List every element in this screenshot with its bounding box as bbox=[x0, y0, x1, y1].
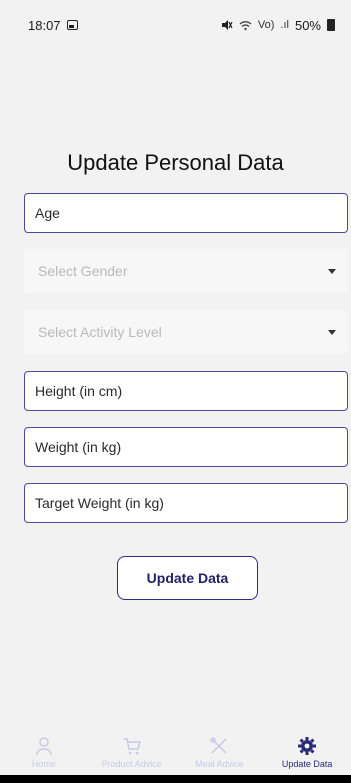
gender-select[interactable]: Select Gender bbox=[24, 249, 348, 293]
target-weight-input[interactable]: Target Weight (in kg) bbox=[24, 483, 348, 523]
height-input[interactable]: Height (in cm) bbox=[24, 371, 348, 411]
activity-level-select[interactable]: Select Activity Level bbox=[24, 310, 348, 354]
weight-input[interactable]: Weight (in kg) bbox=[24, 427, 348, 467]
wifi-icon bbox=[239, 20, 252, 30]
gallery-notification-icon bbox=[66, 20, 78, 30]
mute-icon bbox=[221, 20, 233, 30]
utensils-icon bbox=[210, 737, 227, 754]
network-type-label: Vo) bbox=[257, 19, 275, 31]
activity-select-label: Select Activity Level bbox=[38, 324, 162, 340]
tab-label: Update Data bbox=[281, 759, 333, 769]
page-title: Update Personal Data bbox=[67, 150, 284, 175]
gear-icon bbox=[298, 737, 317, 755]
tab-label: Product Advice bbox=[101, 759, 162, 769]
tab-product-advice[interactable]: Product Advice bbox=[88, 730, 176, 769]
status-bar: 18:07 Vo) .ıl 50% bbox=[0, 0, 351, 50]
chevron-down-icon bbox=[328, 268, 336, 274]
bottom-tab-bar: Home Product Advice Meal Advice Update D… bbox=[0, 730, 351, 775]
gender-select-label: Select Gender bbox=[38, 263, 128, 279]
tab-home[interactable]: Home bbox=[0, 730, 88, 769]
tab-label: Home bbox=[31, 759, 56, 769]
tab-label: Meal Advice bbox=[195, 759, 244, 769]
update-data-button[interactable]: Update Data bbox=[117, 556, 258, 600]
age-input[interactable]: Age bbox=[24, 193, 348, 233]
system-navigation-bar bbox=[0, 775, 351, 783]
chevron-down-icon bbox=[328, 329, 336, 335]
status-right: Vo) .ıl 50% bbox=[221, 18, 335, 33]
status-time: 18:07 bbox=[28, 17, 61, 33]
cart-icon bbox=[123, 738, 141, 755]
signal-icon: .ıl bbox=[280, 19, 289, 31]
battery-percent: 50% bbox=[294, 17, 321, 33]
tab-update-data[interactable]: Update Data bbox=[263, 730, 351, 769]
status-left: 18:07 bbox=[28, 18, 78, 33]
person-icon bbox=[36, 737, 52, 756]
battery-icon bbox=[327, 19, 335, 31]
tab-meal-advice[interactable]: Meal Advice bbox=[176, 730, 264, 769]
